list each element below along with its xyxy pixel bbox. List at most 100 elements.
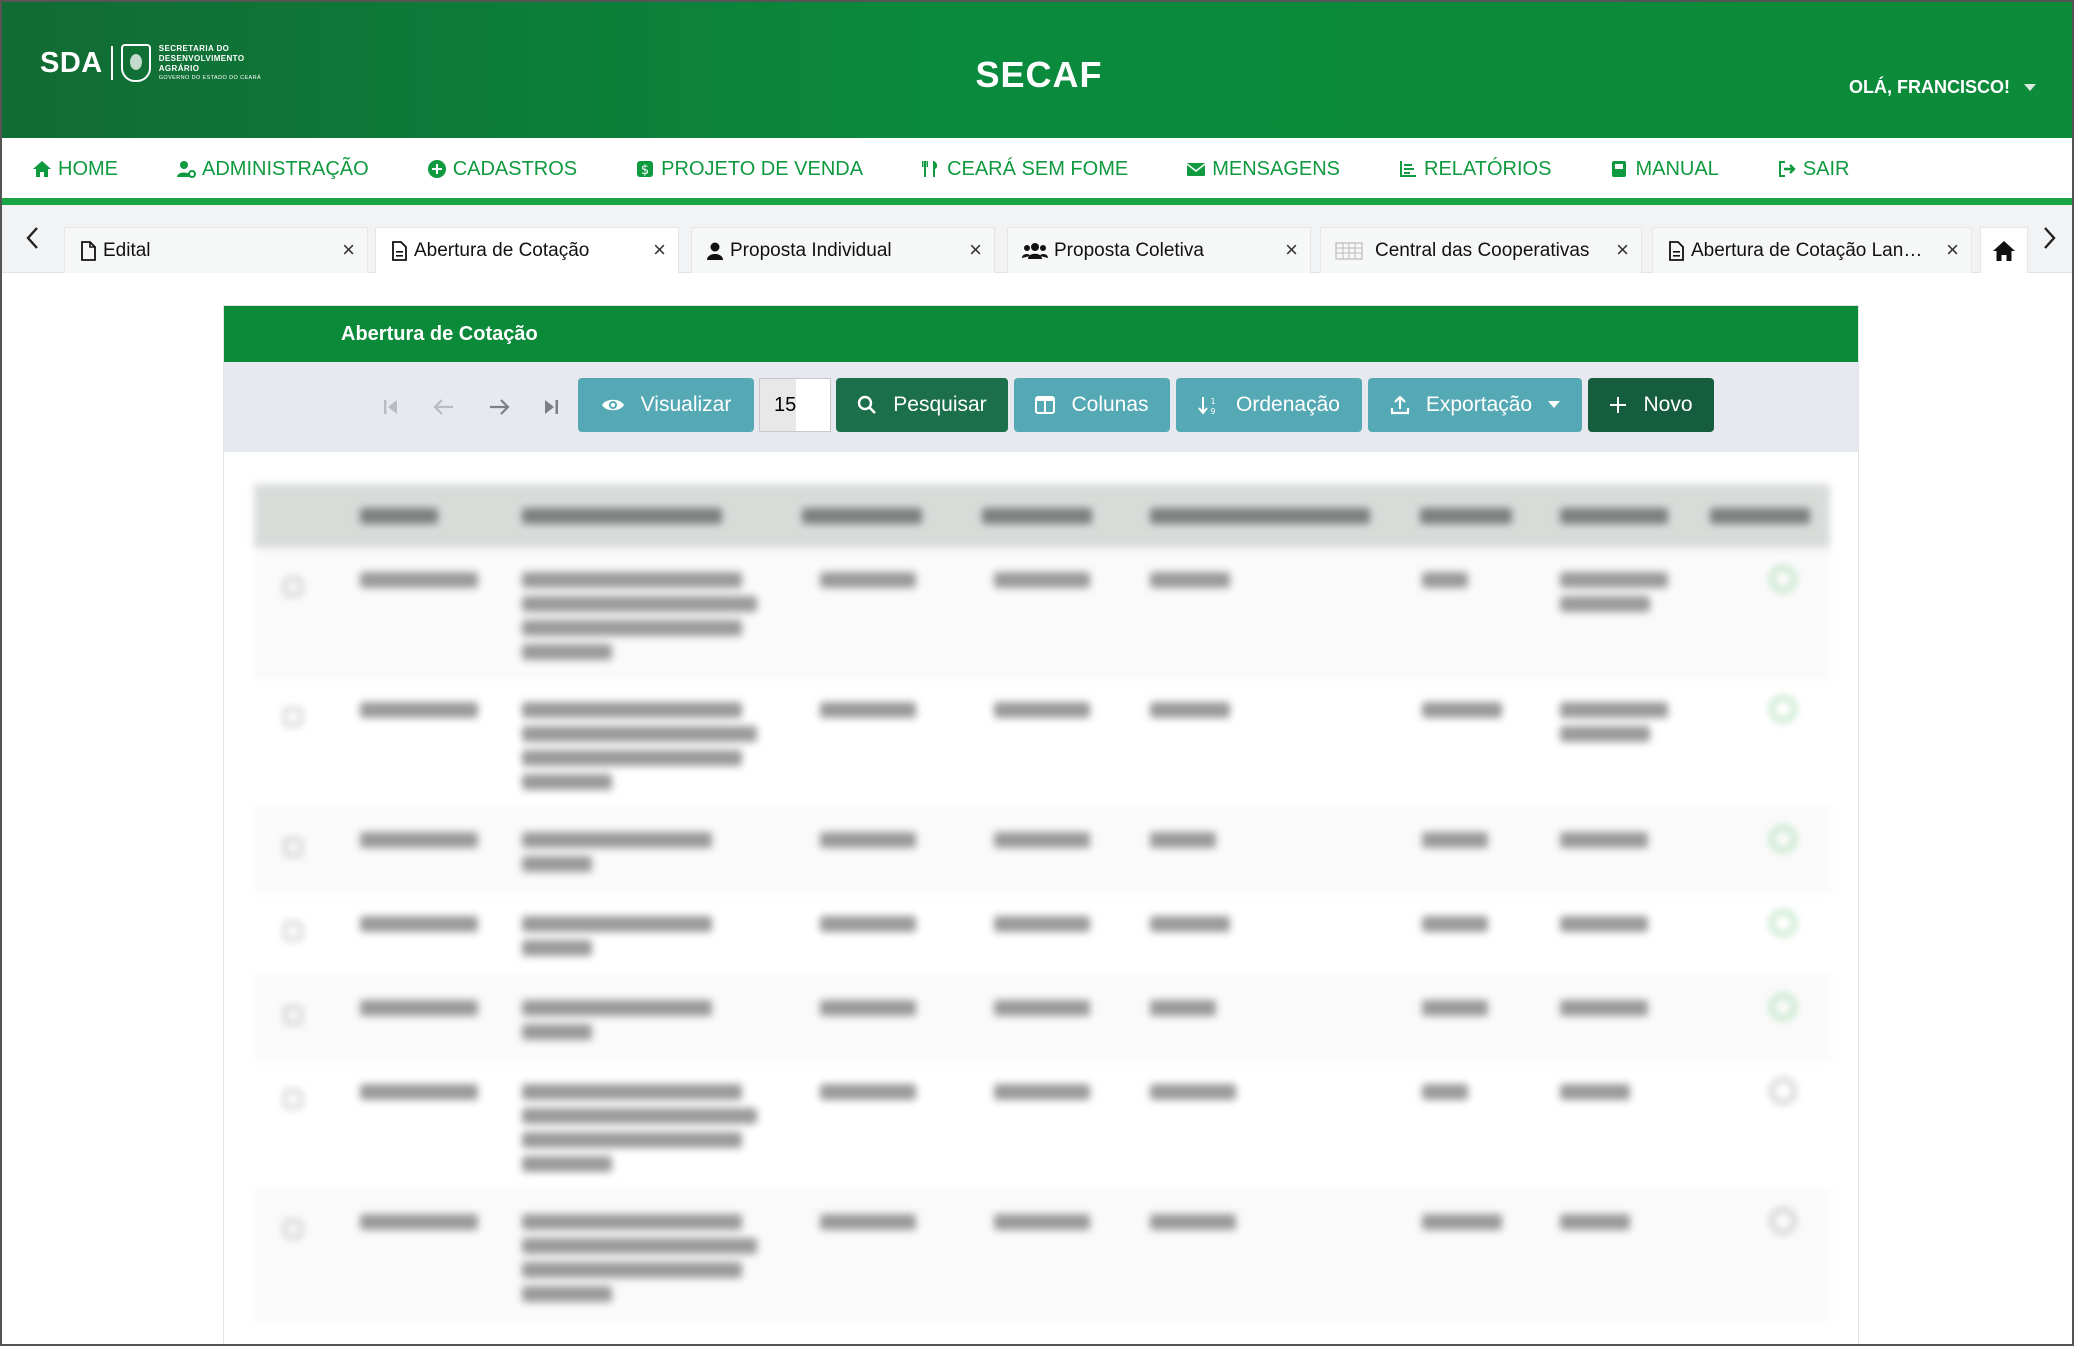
tab-label: Proposta Individual (730, 239, 892, 261)
nav-mensagens[interactable]: MENSAGENS (1186, 152, 1340, 186)
tab-central-das-cooperativas[interactable]: Central das Cooperativas × (1320, 227, 1642, 273)
close-icon[interactable]: × (1616, 239, 1629, 261)
tab-abertura-de-cotacao-lancamento[interactable]: Abertura de Cotação Lanç... × (1652, 227, 1972, 273)
file-icon (81, 240, 96, 261)
tab-abertura-de-cotacao[interactable]: Abertura de Cotação × (375, 227, 679, 273)
table-row[interactable] (254, 678, 1830, 808)
nav-label: MANUAL (1635, 157, 1719, 180)
panel-title-text: Abertura de Cotação (341, 322, 538, 345)
tab-label: Central das Cooperativas (1375, 239, 1590, 261)
svg-text:$: $ (641, 163, 649, 178)
app-header: SDA SECRETARIA DO DESENVOLVIMENTO AGRÁRI… (2, 2, 2072, 138)
columns-icon (1035, 396, 1056, 414)
nav-label: CADASTROS (452, 157, 578, 180)
user-gear-icon (177, 161, 196, 178)
home-tab[interactable] (1980, 227, 2028, 273)
nav-administracao[interactable]: ADMINISTRAÇÃO (176, 152, 369, 186)
last-page-button[interactable] (531, 388, 571, 426)
grid-toolbar: Visualizar 15 Pesquisar Colunas 19 Orden… (224, 362, 1858, 452)
pesquisar-button[interactable]: Pesquisar (836, 378, 1008, 432)
tab-edital[interactable]: Edital × (64, 227, 368, 273)
page-size-value: 15 (774, 393, 797, 416)
cotacao-panel: Abertura de Cotação Visualizar 15 Pesqui… (223, 305, 1859, 1344)
nav-cadastros[interactable]: CADASTROS (427, 152, 577, 186)
eye-icon (601, 399, 624, 411)
utensils-icon (922, 161, 938, 177)
nav-underline (2, 198, 2072, 205)
tab-proposta-individual[interactable]: Proposta Individual × (691, 227, 995, 273)
upload-icon (1390, 395, 1409, 415)
chart-icon (1400, 161, 1417, 177)
caret-down-icon (1548, 401, 1561, 408)
nav-ceara-sem-fome[interactable]: CEARÁ SEM FOME (921, 152, 1128, 186)
first-page-button[interactable] (371, 388, 411, 426)
chevron-right-icon[interactable] (2034, 223, 2064, 253)
close-icon[interactable]: × (1946, 239, 1959, 261)
envelope-icon (1186, 163, 1206, 176)
novo-button[interactable]: Novo (1588, 378, 1714, 432)
table-row[interactable] (254, 548, 1830, 678)
visualizar-button[interactable]: Visualizar (578, 378, 754, 432)
button-label: Exportação (1425, 393, 1533, 416)
nav-label: MENSAGENS (1212, 157, 1341, 180)
grid-header (254, 484, 1830, 548)
users-icon (1022, 242, 1048, 259)
tab-proposta-coletiva[interactable]: Proposta Coletiva × (1007, 227, 1311, 273)
nav-home[interactable]: HOME (32, 152, 118, 186)
nav-projeto-de-venda[interactable]: $ PROJETO DE VENDA (635, 152, 863, 186)
user-menu[interactable]: OLÁ, FRANCISCO! (1849, 77, 2036, 98)
nav-relatorios[interactable]: RELATÓRIOS (1398, 152, 1551, 186)
tab-label: Abertura de Cotação (414, 239, 590, 261)
table-icon (1335, 241, 1363, 260)
search-icon (858, 395, 877, 414)
nav-label: SAIR (1802, 157, 1850, 180)
svg-text:9: 9 (1211, 407, 1216, 415)
main-nav: HOME ADMINISTRAÇÃO CADASTROS $ PROJETO D… (2, 138, 2072, 200)
plus-icon (1610, 397, 1627, 413)
close-icon[interactable]: × (969, 239, 982, 261)
next-page-button[interactable] (479, 388, 519, 426)
page-size-input[interactable]: 15 (759, 378, 831, 432)
tab-label: Edital (103, 239, 151, 261)
last-page-icon (545, 400, 558, 414)
cotacao-grid (254, 484, 1830, 1320)
ordenacao-button[interactable]: 19 Ordenação (1176, 378, 1362, 432)
nav-sair[interactable]: SAIR (1777, 152, 1850, 186)
nav-manual[interactable]: MANUAL (1609, 152, 1719, 186)
nav-label: ADMINISTRAÇÃO (202, 157, 369, 180)
close-icon[interactable]: × (1285, 239, 1298, 261)
table-row[interactable] (254, 1190, 1830, 1320)
close-icon[interactable]: × (653, 239, 666, 261)
chevron-left-icon[interactable] (18, 223, 48, 253)
nav-label: RELATÓRIOS (1424, 157, 1552, 180)
tab-label: Abertura de Cotação Lanç... (1691, 239, 1927, 261)
button-label: Ordenação (1236, 393, 1340, 416)
button-label: Pesquisar (893, 393, 987, 416)
table-row[interactable] (254, 892, 1830, 976)
home-icon (33, 161, 51, 177)
table-row[interactable] (254, 976, 1830, 1060)
caret-down-icon (2024, 84, 2036, 91)
svg-text:1: 1 (1211, 397, 1216, 406)
colunas-button[interactable]: Colunas (1014, 378, 1170, 432)
table-row[interactable] (254, 1060, 1830, 1190)
arrow-right-icon (490, 399, 510, 415)
dollar-icon: $ (637, 161, 654, 178)
user-icon (707, 242, 723, 260)
user-greeting: OLÁ, FRANCISCO! (1849, 77, 2010, 97)
tab-label: Proposta Coletiva (1054, 239, 1204, 261)
close-icon[interactable]: × (342, 239, 355, 261)
exportacao-dropdown[interactable]: Exportação (1368, 378, 1582, 432)
previous-page-button[interactable] (424, 388, 464, 426)
book-icon (1612, 161, 1627, 177)
nav-items: HOME ADMINISTRAÇÃO CADASTROS $ PROJETO D… (32, 152, 1850, 186)
file-text-icon (1669, 240, 1684, 261)
file-text-icon (392, 240, 407, 261)
arrow-left-icon (433, 399, 453, 415)
button-label: Visualizar (640, 393, 732, 416)
table-row[interactable] (254, 808, 1830, 892)
first-page-icon (384, 400, 397, 414)
panel-title: Abertura de Cotação (224, 306, 1858, 362)
app-window: SDA SECRETARIA DO DESENVOLVIMENTO AGRÁRI… (0, 0, 2074, 1346)
logo-line: SECRETARIA DO (158, 44, 230, 53)
